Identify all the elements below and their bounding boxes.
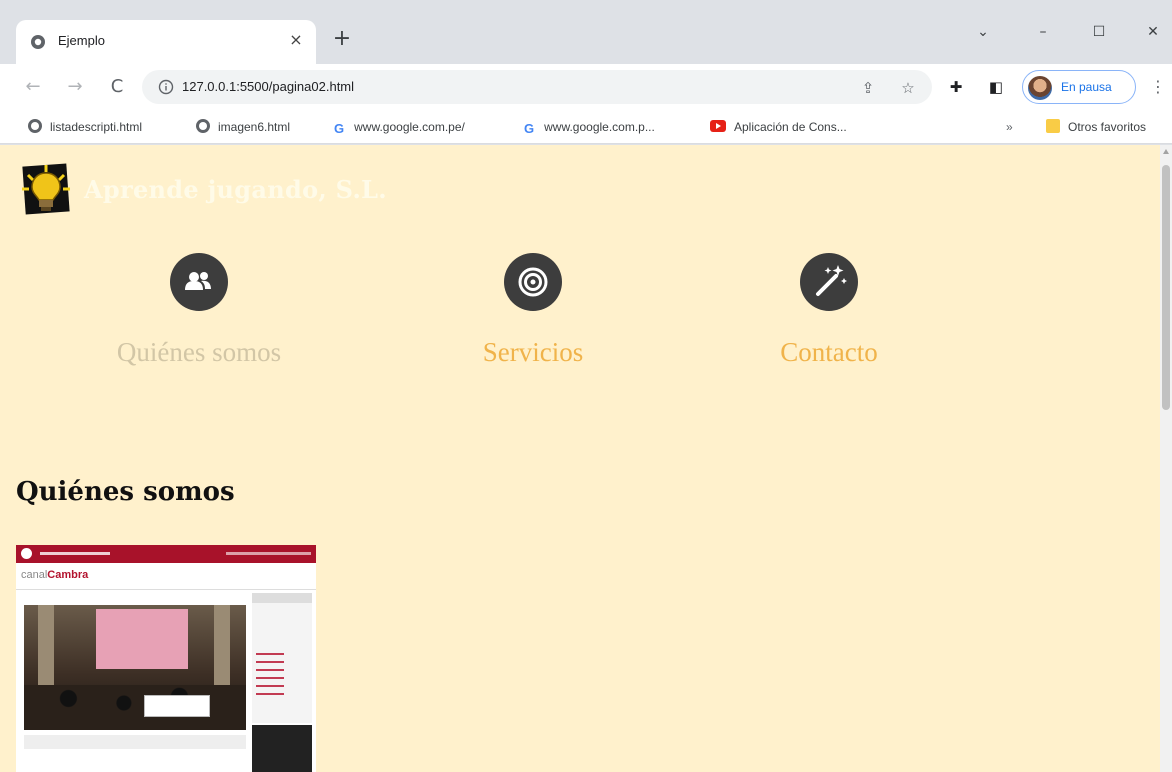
bookmark-item[interactable]: Aplicación de Cons...	[710, 118, 847, 136]
users-icon	[170, 253, 228, 311]
bookmark-label: www.google.com.pe/	[354, 120, 465, 134]
arrow-right-icon: →	[67, 76, 83, 97]
tab-strip: Ejemplo × + ⌄ – ☐ ✕	[0, 0, 1172, 64]
profile-button[interactable]: En pausa	[1022, 70, 1136, 104]
bookmark-label: listadescripti.html	[50, 120, 143, 134]
thumbnail-sidebar-link	[256, 653, 284, 655]
bookmark-label: imagen6.html	[218, 120, 291, 134]
reload-button[interactable]: C	[104, 74, 130, 100]
bookmark-item[interactable]: Gwww.google.com.pe/	[334, 118, 465, 136]
thumbnail-sidebar-link	[256, 693, 284, 695]
nav-item-contacto[interactable]: Contacto	[714, 253, 944, 368]
share-icon[interactable]: ⇪	[858, 78, 878, 98]
bookmarks-bar: listadescripti.html imagen6.html Gwww.go…	[0, 110, 1172, 144]
globe-icon	[196, 119, 210, 133]
thumbnail-logo	[21, 548, 32, 559]
thumbnail-video-controls	[24, 735, 246, 749]
nav-item-servicios[interactable]: Servicios	[418, 253, 648, 368]
maximize-button[interactable]: ☐	[1084, 20, 1114, 44]
thumbnail-brand: canalCambra	[21, 569, 88, 581]
bookmark-item[interactable]: listadescripti.html	[28, 118, 142, 136]
site-title: Aprende jugando, S.L.	[84, 175, 387, 204]
thumbnail-projection	[96, 609, 188, 669]
thumbnail-sidebar-link	[256, 677, 284, 679]
thumbnail-video	[24, 605, 246, 730]
bookmark-item[interactable]: Gwww.google.com.p...	[524, 118, 655, 136]
vertical-scrollbar[interactable]	[1160, 145, 1172, 772]
thumbnail-header-links	[226, 552, 311, 555]
youtube-icon	[710, 120, 726, 132]
address-bar[interactable]: 127.0.0.1:5500/pagina02.html ⇪ ☆	[142, 70, 932, 104]
target-icon	[504, 253, 562, 311]
close-window-button[interactable]: ✕	[1138, 20, 1168, 44]
minimize-button[interactable]: –	[1028, 20, 1058, 44]
side-panel-icon[interactable]: ◧	[986, 77, 1006, 97]
nav-label: Quiénes somos	[116, 337, 282, 367]
thumbnail-brand-prefix: canal	[21, 569, 48, 581]
new-tab-button[interactable]: +	[330, 28, 354, 52]
other-bookmarks-label: Otros favoritos	[1068, 120, 1147, 134]
reload-icon: C	[110, 76, 124, 97]
info-icon[interactable]	[158, 79, 174, 95]
scrollbar-thumb[interactable]	[1162, 165, 1170, 410]
magic-wand-icon	[800, 253, 858, 311]
bookmark-label: Aplicación de Cons...	[734, 120, 847, 134]
thumbnail-brand-name: Cambra	[47, 569, 89, 581]
google-icon: G	[524, 121, 535, 136]
browser-tab[interactable]: Ejemplo ×	[16, 20, 316, 64]
page-viewport: Aprende jugando, S.L. Quiénes somos Serv…	[0, 145, 1160, 772]
tab-close-button[interactable]: ×	[286, 30, 306, 50]
thumbnail-sidebar-head	[252, 593, 312, 603]
thumbnail-sidebar	[252, 593, 312, 723]
tab-search-button[interactable]: ⌄	[968, 20, 998, 44]
nav-item-quienes-somos[interactable]: Quiénes somos	[84, 253, 314, 368]
thumbnail-divider	[16, 589, 316, 590]
folder-icon	[1046, 119, 1060, 133]
nav-label: Contacto	[780, 337, 878, 367]
globe-icon	[31, 35, 45, 49]
nav-label: Servicios	[482, 337, 584, 367]
bookmarks-overflow-button[interactable]: »	[1006, 118, 1013, 136]
thumbnail-header	[16, 545, 316, 563]
thumbnail-audience	[24, 685, 246, 730]
google-icon: G	[334, 121, 345, 136]
tab-title: Ejemplo	[58, 33, 105, 48]
bookmark-label: www.google.com.p...	[544, 120, 655, 134]
thumbnail-sidebar-link	[256, 685, 284, 687]
extensions-icon[interactable]: ✚	[946, 77, 966, 97]
bookmark-item[interactable]: imagen6.html	[196, 118, 290, 136]
thumbnail-sidebar-link	[256, 669, 284, 671]
thumbnail-related-video	[252, 725, 312, 772]
forward-button[interactable]: →	[62, 74, 88, 100]
scroll-up-arrow-icon[interactable]	[1163, 149, 1169, 154]
thumbnail-header-text	[40, 552, 110, 555]
address-url: 127.0.0.1:5500/pagina02.html	[182, 79, 355, 94]
star-icon[interactable]: ☆	[898, 78, 918, 98]
back-button[interactable]: ←	[20, 74, 46, 100]
thumbnail-sidebar-link	[256, 661, 284, 663]
profile-status: En pausa	[1061, 80, 1112, 94]
other-bookmarks-folder[interactable]: Otros favoritos	[1046, 118, 1146, 136]
thumbnail-tooltip	[144, 695, 210, 717]
website-screenshot-image: canalCambra	[16, 545, 316, 772]
avatar	[1028, 76, 1052, 100]
section-heading: Quiénes somos	[16, 477, 235, 507]
lightbulb-logo-icon	[22, 163, 70, 215]
browser-toolbar: ← → C 127.0.0.1:5500/pagina02.html ⇪ ☆ ✚…	[0, 64, 1172, 110]
arrow-left-icon: ←	[25, 76, 41, 97]
globe-icon	[28, 119, 42, 133]
menu-kebab-icon[interactable]: ⋮	[1150, 77, 1166, 96]
